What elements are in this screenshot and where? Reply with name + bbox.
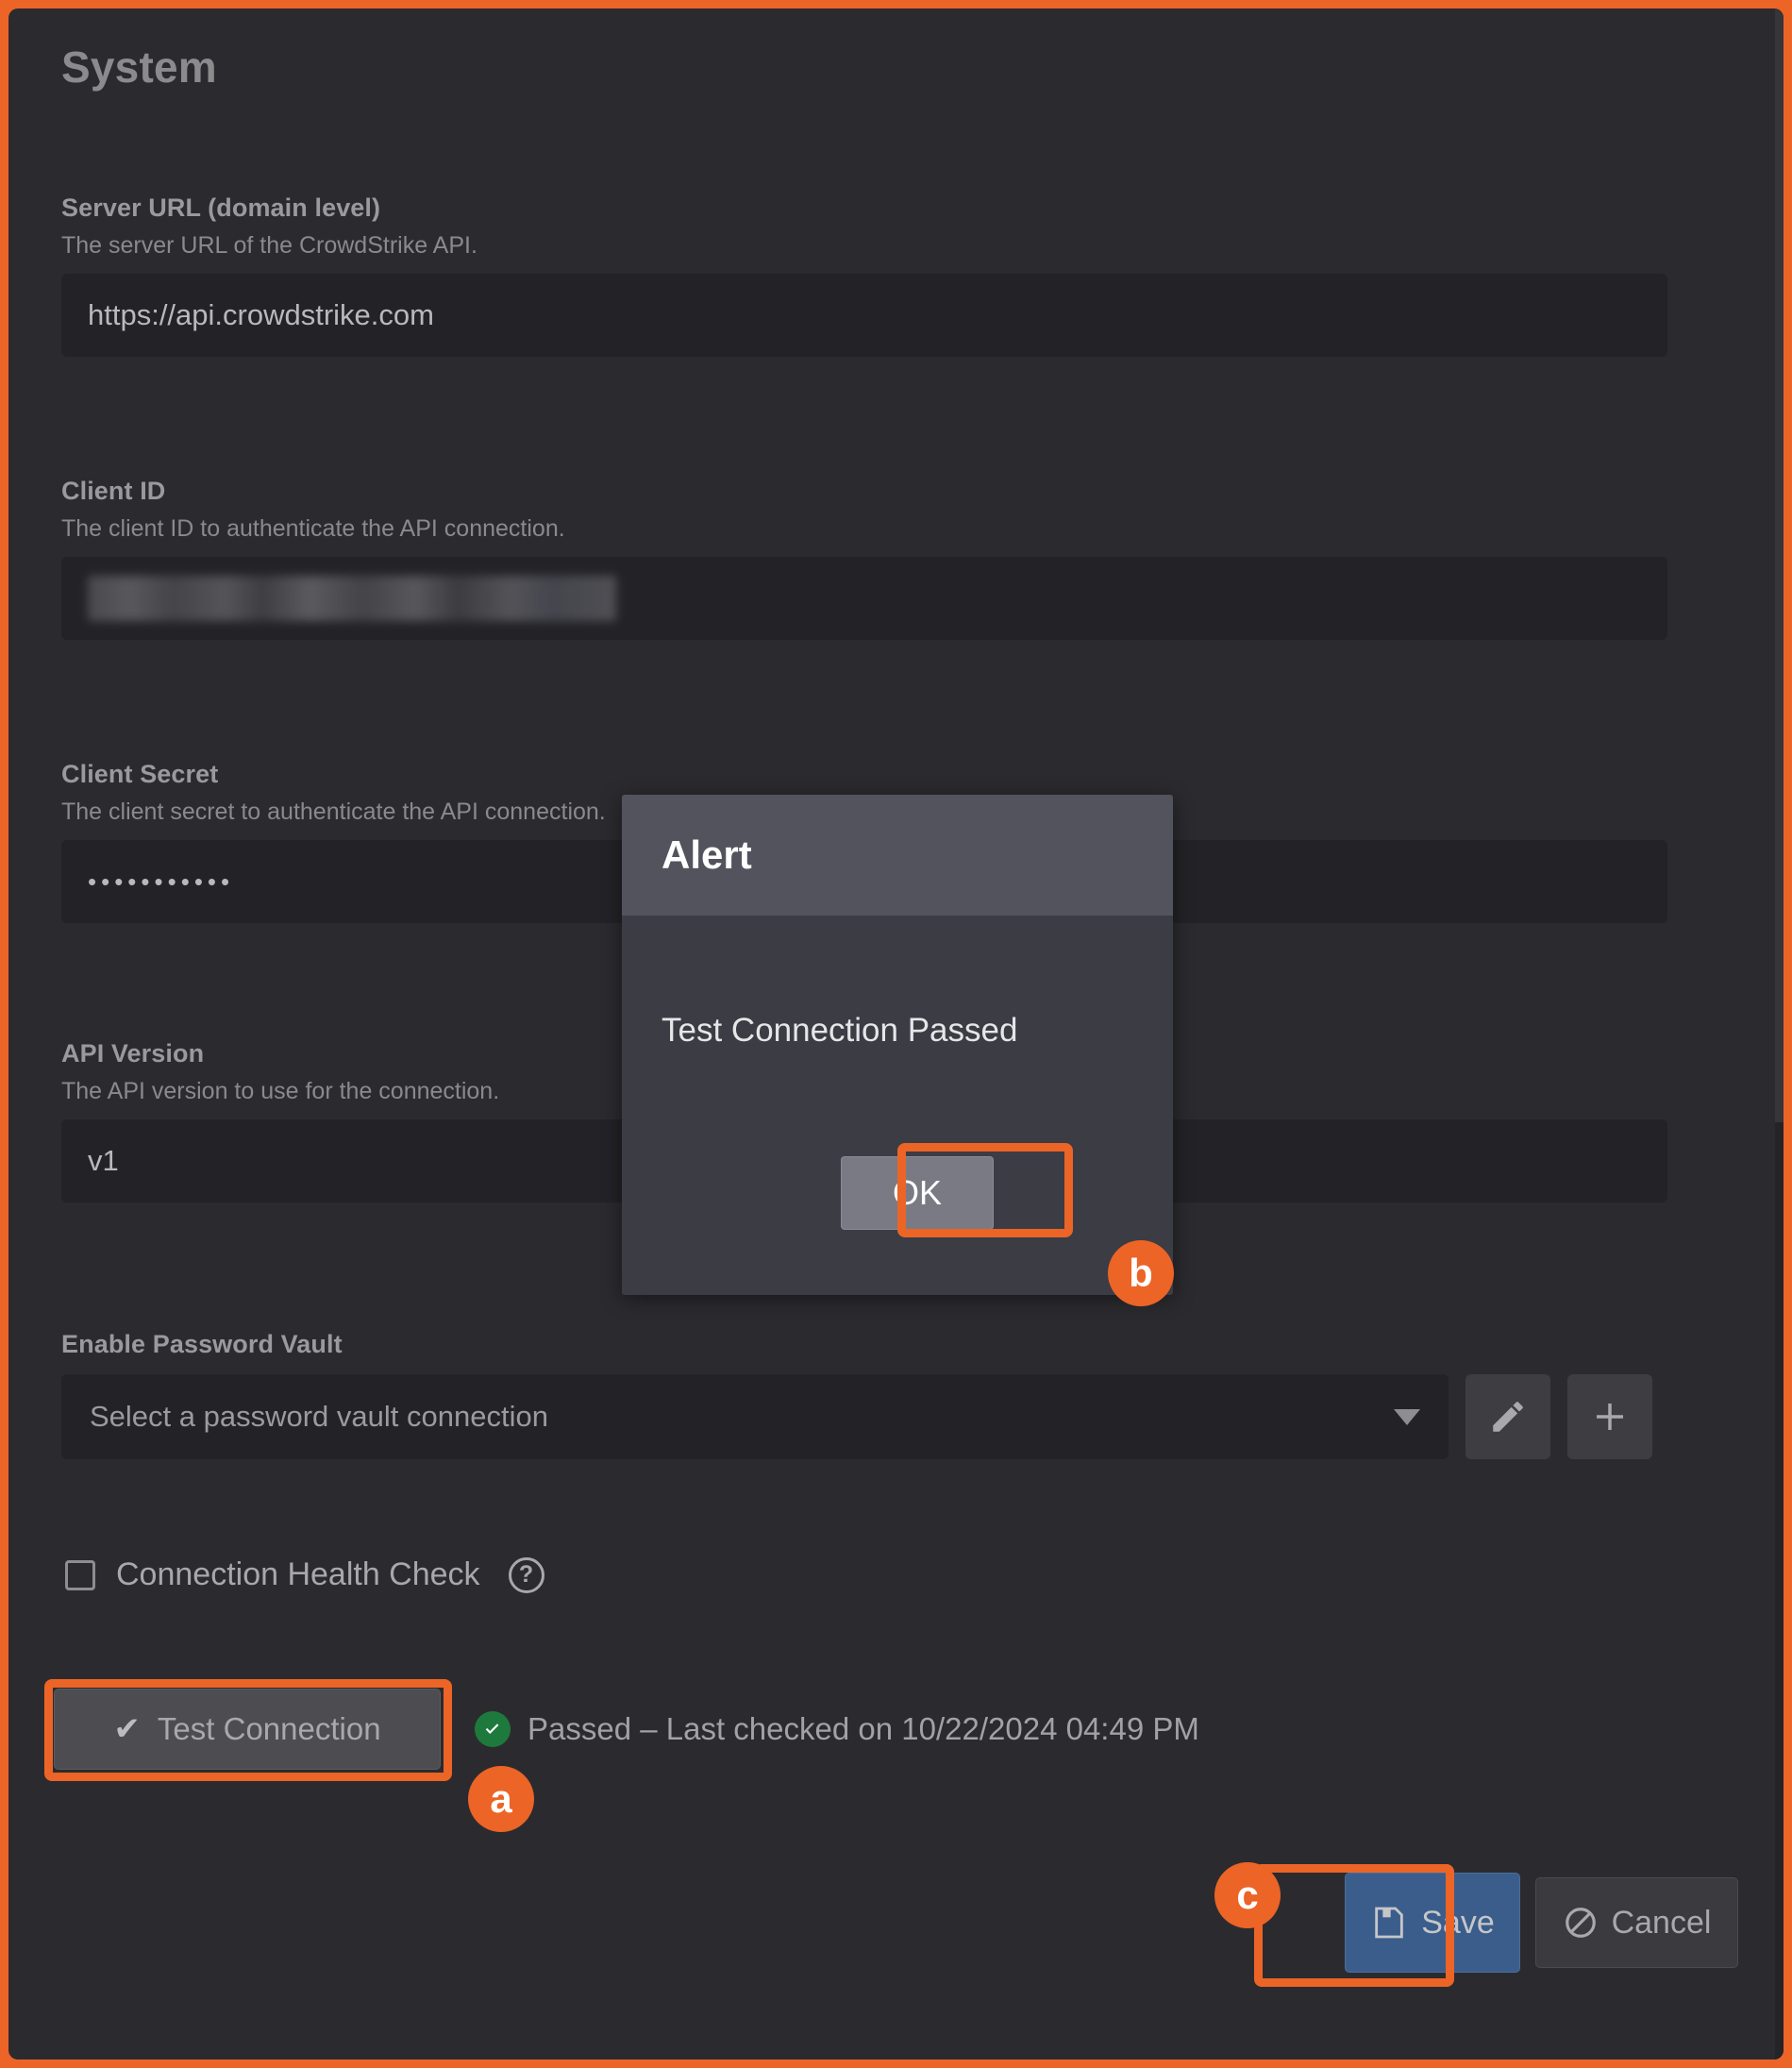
cancel-button[interactable]: Cancel: [1535, 1877, 1738, 1968]
test-connection-row: ✔ Test Connection Passed – Last checked …: [54, 1689, 1199, 1770]
test-connection-status-text: Passed – Last checked on 10/22/2024 04:4…: [528, 1711, 1199, 1747]
field-client-id: Client ID The client ID to authenticate …: [61, 477, 1667, 640]
settings-form: System Server URL (domain level) The ser…: [8, 8, 1784, 2060]
field-server-url: Server URL (domain level) The server URL…: [61, 193, 1667, 357]
client-id-description: The client ID to authenticate the API co…: [61, 515, 1667, 543]
question-mark-icon[interactable]: ?: [509, 1557, 544, 1593]
check-circle-icon: [475, 1711, 511, 1747]
redacted-value-overlay: [88, 576, 616, 621]
system-settings-panel: System Server URL (domain level) The ser…: [8, 8, 1784, 2060]
client-secret-label: Client Secret: [61, 760, 1667, 789]
connection-health-check-label: Connection Health Check: [116, 1556, 480, 1593]
plus-icon: [1590, 1397, 1630, 1437]
alert-dialog-title: Alert: [662, 832, 752, 878]
field-password-vault: Enable Password Vault Select a password …: [61, 1330, 1667, 1459]
server-url-description: The server URL of the CrowdStrike API.: [61, 232, 1667, 260]
test-connection-button-label: Test Connection: [158, 1711, 381, 1747]
password-vault-row: Select a password vault connection: [61, 1374, 1667, 1459]
test-connection-status: Passed – Last checked on 10/22/2024 04:4…: [475, 1711, 1199, 1747]
callout-badge-b: b: [1108, 1240, 1174, 1306]
client-secret-masked-value: •••••••••••: [88, 867, 234, 897]
password-vault-selected-value: Select a password vault connection: [90, 1400, 548, 1434]
alert-dialog: Alert Test Connection Passed OK: [622, 795, 1173, 1295]
callout-badge-a: a: [468, 1766, 534, 1832]
chevron-down-icon: [1394, 1409, 1420, 1425]
form-footer-actions: Save Cancel: [1345, 1873, 1738, 1973]
add-vault-connection-button[interactable]: [1567, 1374, 1652, 1459]
alert-ok-button[interactable]: OK: [841, 1156, 994, 1230]
client-id-input[interactable]: [61, 557, 1667, 640]
password-vault-select[interactable]: Select a password vault connection: [61, 1374, 1449, 1459]
connection-health-check-checkbox[interactable]: [65, 1560, 95, 1590]
callout-badge-c: c: [1214, 1862, 1281, 1928]
annotated-screenshot-frame: System Server URL (domain level) The ser…: [0, 0, 1792, 2068]
password-vault-label: Enable Password Vault: [61, 1330, 1667, 1359]
save-button-label: Save: [1421, 1905, 1495, 1942]
question-mark-glyph: ?: [519, 1561, 533, 1589]
client-id-label: Client ID: [61, 477, 1667, 506]
no-entry-icon: [1563, 1905, 1599, 1941]
test-connection-button[interactable]: ✔ Test Connection: [54, 1689, 441, 1770]
floppy-disk-icon: [1370, 1904, 1408, 1942]
alert-dialog-message: Test Connection Passed: [662, 1012, 1017, 1050]
server-url-label: Server URL (domain level): [61, 193, 1667, 223]
save-button[interactable]: Save: [1345, 1873, 1520, 1973]
check-icon: ✔: [113, 1710, 141, 1748]
edit-vault-connection-button[interactable]: [1465, 1374, 1550, 1459]
connection-health-check-row[interactable]: Connection Health Check ?: [65, 1556, 544, 1593]
cancel-button-label: Cancel: [1612, 1905, 1712, 1942]
pencil-icon: [1488, 1397, 1528, 1437]
alert-dialog-titlebar: Alert: [622, 795, 1173, 916]
alert-dialog-body: Test Connection Passed OK: [622, 916, 1173, 1295]
page-title: System: [61, 42, 217, 92]
server-url-input[interactable]: https://api.crowdstrike.com: [61, 274, 1667, 357]
